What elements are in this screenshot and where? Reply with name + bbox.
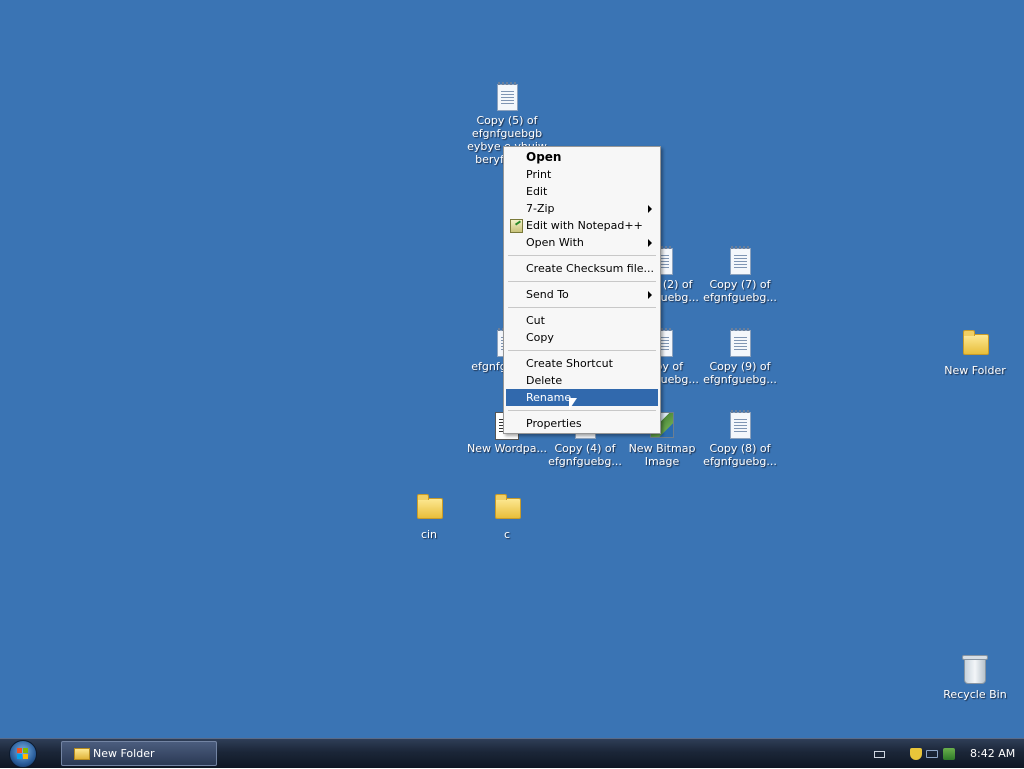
menu-item-create-shortcut[interactable]: Create Shortcut bbox=[506, 355, 658, 372]
context-menu: Open Print Edit 7-Zip Edit with Notepad+… bbox=[503, 146, 661, 434]
menu-separator bbox=[508, 255, 656, 256]
icon-label: c bbox=[503, 528, 511, 541]
shield-icon[interactable] bbox=[910, 748, 922, 760]
start-button[interactable] bbox=[9, 740, 37, 768]
clock[interactable]: 8:42 AM bbox=[970, 747, 1015, 760]
desktop-icon-new-folder[interactable]: New Folder bbox=[935, 330, 1015, 377]
windows-orb-icon bbox=[17, 748, 29, 760]
icon-label: New Wordpa... bbox=[467, 442, 547, 455]
icon-label: New Folder bbox=[944, 364, 1006, 377]
menu-item-label: Open With bbox=[526, 236, 584, 249]
submenu-arrow-icon bbox=[648, 239, 652, 247]
text-document-icon bbox=[728, 410, 752, 440]
folder-icon bbox=[417, 494, 443, 526]
folder-icon bbox=[963, 330, 989, 362]
power-icon[interactable] bbox=[943, 748, 955, 760]
submenu-arrow-icon bbox=[648, 205, 652, 213]
menu-item-edit-with-notepadpp[interactable]: Edit with Notepad++ bbox=[506, 217, 658, 234]
menu-item-open[interactable]: Open bbox=[506, 149, 658, 166]
menu-separator bbox=[508, 307, 656, 308]
menu-item-copy[interactable]: Copy bbox=[506, 329, 658, 346]
taskbar: New Folder 8:42 AM bbox=[0, 738, 1024, 768]
taskbar-window-button[interactable]: New Folder bbox=[61, 741, 217, 766]
system-tray: 8:42 AM bbox=[864, 739, 1024, 769]
menu-separator bbox=[508, 410, 656, 411]
network-icon[interactable] bbox=[926, 748, 938, 760]
icon-label: Copy (4) of efgnfguebg... bbox=[548, 442, 622, 468]
desktop-icon-copy7[interactable]: Copy (7) of efgnfguebg... bbox=[700, 246, 780, 304]
recycle-bin-icon bbox=[962, 655, 988, 686]
menu-item-print[interactable]: Print bbox=[506, 166, 658, 183]
icon-label: Copy (9) of efgnfguebg... bbox=[703, 360, 777, 386]
keyboard-icon[interactable] bbox=[874, 751, 885, 758]
menu-item-cut[interactable]: Cut bbox=[506, 312, 658, 329]
desktop[interactable]: Copy (5) of efgnfguebgb eybye e yhuiw be… bbox=[0, 0, 1024, 738]
menu-item-send-to[interactable]: Send To bbox=[506, 286, 658, 303]
menu-separator bbox=[508, 350, 656, 351]
icon-label: Copy (8) of efgnfguebg... bbox=[703, 442, 777, 468]
menu-item-delete[interactable]: Delete bbox=[506, 372, 658, 389]
icon-label: New Bitmap Image bbox=[628, 442, 696, 468]
desktop-icon-c[interactable]: c bbox=[467, 494, 547, 541]
icon-label: Recycle Bin bbox=[943, 688, 1007, 701]
menu-item-label: Edit with Notepad++ bbox=[526, 219, 643, 232]
notepadpp-icon bbox=[510, 219, 523, 233]
text-document-icon bbox=[728, 246, 752, 276]
menu-item-create-checksum[interactable]: Create Checksum file... bbox=[506, 260, 658, 277]
icon-label: cin bbox=[420, 528, 438, 541]
folder-icon bbox=[495, 494, 521, 526]
icon-label: Copy (7) of efgnfguebg... bbox=[703, 278, 777, 304]
desktop-icon-cin[interactable]: cin bbox=[389, 494, 469, 541]
submenu-arrow-icon bbox=[648, 291, 652, 299]
menu-item-label: 7-Zip bbox=[526, 202, 555, 215]
desktop-icon-recycle-bin[interactable]: Recycle Bin bbox=[935, 655, 1015, 701]
menu-separator bbox=[508, 281, 656, 282]
menu-item-edit[interactable]: Edit bbox=[506, 183, 658, 200]
menu-item-7zip[interactable]: 7-Zip bbox=[506, 200, 658, 217]
menu-item-rename[interactable]: Rename bbox=[506, 389, 658, 406]
taskbar-window-label: New Folder bbox=[93, 747, 155, 760]
desktop-icon-copy8[interactable]: Copy (8) of efgnfguebg... bbox=[700, 410, 780, 468]
menu-item-open-with[interactable]: Open With bbox=[506, 234, 658, 251]
menu-item-label: Send To bbox=[526, 288, 569, 301]
desktop-icon-copy9[interactable]: Copy (9) of efgnfguebg... bbox=[700, 328, 780, 386]
menu-item-properties[interactable]: Properties bbox=[506, 415, 658, 432]
text-document-icon bbox=[728, 328, 752, 358]
folder-icon bbox=[74, 748, 90, 760]
text-document-icon bbox=[495, 82, 519, 112]
